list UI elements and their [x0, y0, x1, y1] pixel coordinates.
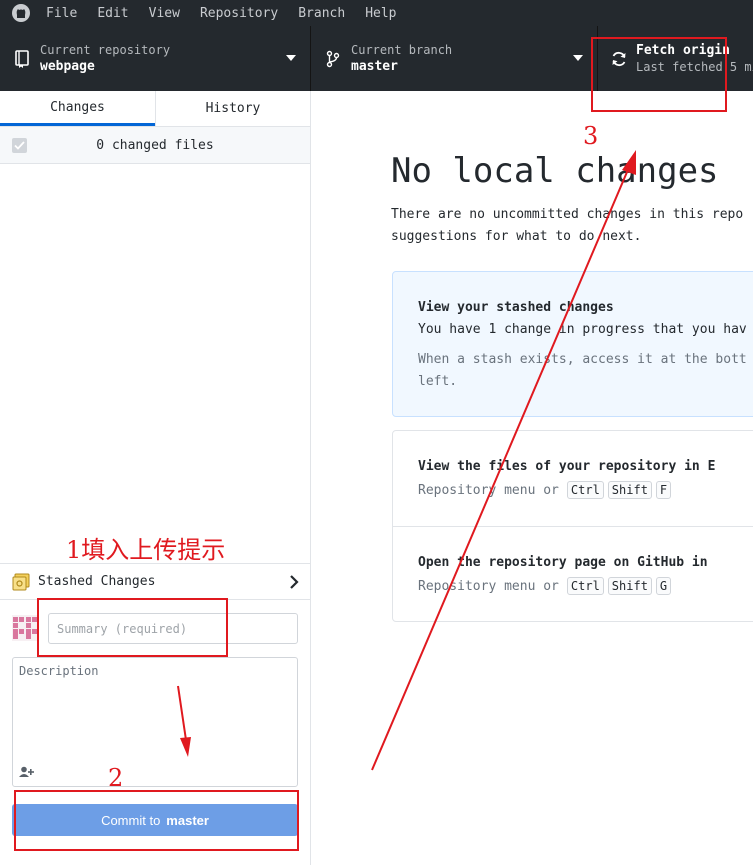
avatar — [12, 615, 38, 641]
repository-selector[interactable]: Current repository webpage — [0, 26, 311, 91]
action-title: View the files of your repository in E — [418, 459, 716, 474]
kbd-shift: Shift — [607, 481, 652, 499]
kbd-shift: Shift — [607, 577, 652, 595]
menu-help[interactable]: Help — [365, 6, 396, 21]
menu-repository[interactable]: Repository — [200, 6, 278, 21]
page-title: No local changes — [391, 151, 719, 191]
tab-changes[interactable]: Changes — [0, 91, 155, 126]
annotation-box-fetch — [591, 37, 727, 112]
changes-list-header: 0 changed files — [0, 127, 310, 164]
changed-files-count: 0 changed files — [96, 137, 214, 153]
menu-branch[interactable]: Branch — [298, 6, 345, 21]
add-coauthor-icon[interactable] — [19, 766, 35, 782]
suggested-actions-card: View the files of your repository in E R… — [392, 430, 753, 622]
caret-down-icon — [286, 55, 296, 61]
intro-text: There are no uncommitted changes in this… — [391, 204, 753, 248]
stash-icon — [12, 573, 30, 591]
action-view-files[interactable]: View the files of your repository in E R… — [393, 431, 753, 527]
menu-file[interactable]: File — [46, 6, 77, 21]
repo-icon — [12, 49, 32, 68]
annotation-step3-text: 3 — [583, 122, 599, 150]
stash-card-title: View your stashed changes — [418, 300, 614, 315]
action-hint: Repository menu or Ctrl Shift G — [418, 577, 672, 595]
annotation-step1-text: 1填入上传提示 — [66, 536, 226, 564]
github-logo-icon — [10, 2, 32, 24]
stash-card-description: When a stash exists, access it at the bo… — [418, 352, 747, 389]
repo-title: Current repository — [40, 43, 171, 57]
action-hint: Repository menu or Ctrl Shift F — [418, 481, 672, 499]
sidebar-tabs: Changes History — [0, 91, 310, 127]
changes-sidebar: Changes History 0 changed files Stashed … — [0, 91, 311, 865]
description-box — [12, 657, 298, 787]
action-title: Open the repository page on GitHub in — [418, 555, 708, 570]
action-open-github[interactable]: Open the repository page on GitHub in Re… — [393, 526, 753, 622]
kbd-ctrl: Ctrl — [566, 481, 604, 499]
kbd-g: G — [655, 577, 672, 595]
annotation-box-summary — [37, 598, 228, 657]
menu-view[interactable]: View — [149, 6, 180, 21]
branch-selector[interactable]: Current branch master — [311, 26, 598, 91]
tab-history[interactable]: History — [155, 91, 310, 126]
menu-bar: File Edit View Repository Branch Help — [0, 0, 753, 26]
annotation-box-commit — [14, 790, 299, 851]
stashed-changes-row[interactable]: Stashed Changes — [0, 563, 311, 600]
branch-name: master — [351, 59, 398, 74]
select-all-checkbox[interactable] — [12, 138, 27, 153]
main-panel: No local changes There are no uncommitte… — [312, 91, 753, 865]
intro-line: There are no uncommitted changes in this… — [391, 207, 744, 222]
intro-line: suggestions for what to do next. — [391, 229, 642, 244]
checkmark-icon — [14, 141, 25, 150]
action-hint-text: Repository menu or — [418, 578, 559, 594]
annotation-step2-text: 2 — [108, 764, 124, 792]
kbd-ctrl: Ctrl — [566, 577, 604, 595]
menu-edit[interactable]: Edit — [97, 6, 128, 21]
caret-down-icon — [573, 55, 583, 61]
branch-title: Current branch — [351, 43, 453, 57]
chevron-right-icon — [289, 575, 299, 593]
stashed-changes-card[interactable]: View your stashed changes You have 1 cha… — [392, 271, 753, 417]
action-hint-text: Repository menu or — [418, 482, 559, 498]
stash-card-line: You have 1 change in progress that you h… — [418, 322, 747, 337]
description-input[interactable] — [13, 658, 297, 758]
kbd-f: F — [655, 481, 672, 499]
branch-icon — [323, 50, 343, 68]
repo-name: webpage — [40, 59, 95, 74]
stashed-changes-label: Stashed Changes — [38, 574, 156, 589]
